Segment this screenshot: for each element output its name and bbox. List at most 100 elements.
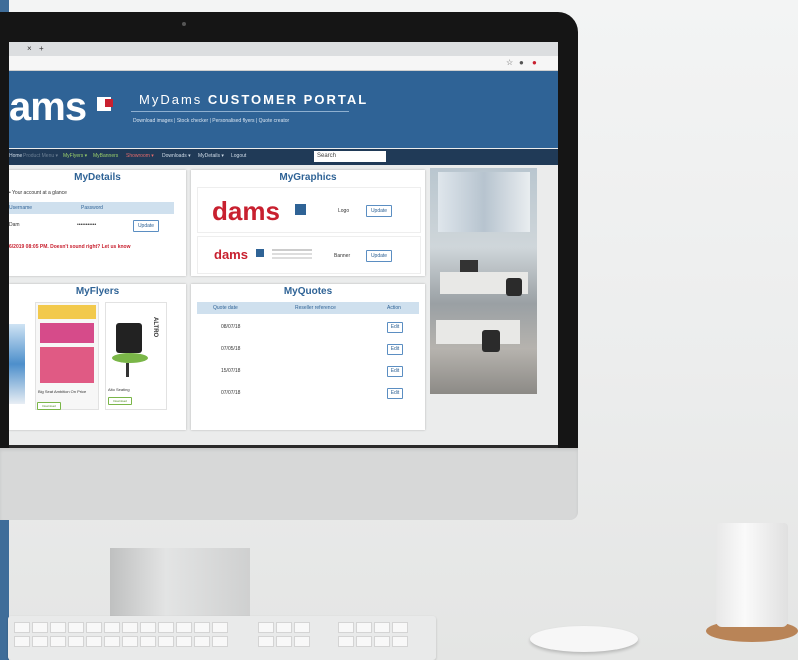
portal-banner: ams MyDams CUSTOMER PORTAL Download imag… [9,71,558,148]
key [356,622,372,633]
monitor-stand [110,548,250,618]
banner-divider [131,111,349,112]
key [294,636,310,647]
flyer-caption: Big Seat Ambition On Price [38,389,87,394]
close-icon[interactable]: ● [532,58,537,67]
nav-product-menu[interactable]: Product Menu ▾ [23,153,58,159]
key [374,636,390,647]
office-photo [430,168,537,394]
chair-caption: Alto Seating [108,387,130,392]
key [86,636,102,647]
myflyers-card: MyFlyers Big Seat Ambition On Price ALTR… [9,284,186,430]
banner-logo-square [256,249,264,257]
key [374,622,390,633]
col-username: Username [9,205,33,211]
username-value: Dam [9,222,20,228]
chair-back [116,323,142,353]
portal-brand: MyDams [139,92,203,107]
nav-home[interactable]: Home [9,153,22,159]
nav-myflyers[interactable]: MyFlyers ▾ [63,153,87,159]
monitor-chin [0,448,578,520]
chair-download-button[interactable]: Download [108,397,132,405]
mygraphics-card: MyGraphics dams Logo Update dams Banner … [191,170,425,276]
tab-close-icon[interactable]: × [27,44,32,53]
mydetails-header: Username Password [9,202,174,214]
quote-date-4: 07/07/18 [221,390,241,396]
flyer-download-button[interactable]: Download [37,402,61,410]
dams-logo[interactable]: ams [9,85,87,130]
banner-row: dams Banner Update [197,236,421,274]
graphics-logo: dams [212,196,280,226]
mydetails-update-button[interactable]: Update [133,220,159,232]
photo-monitor [460,260,478,272]
nav-mydetails[interactable]: MyDetails ▾ [198,153,224,159]
key [392,622,408,633]
chair-stem [126,363,129,377]
key [258,622,274,633]
key [32,622,48,633]
mydetails-notice[interactable]: 6/2019 08:05 PM. Doesn't sound right? Le… [9,244,131,250]
key [68,622,84,633]
quote-edit-button-2[interactable]: Edit [387,344,403,355]
key [258,636,274,647]
key [32,636,48,647]
mouse [530,626,638,652]
chair-brand: ALTRO [152,317,158,338]
quote-edit-button-1[interactable]: Edit [387,322,403,333]
key [14,622,30,633]
star-icon[interactable]: ☆ [506,58,513,67]
photo-chair-1 [506,278,522,296]
nav-mybanners[interactable]: MyBanners [93,153,118,159]
key [276,622,292,633]
key [158,636,174,647]
nav-logout[interactable]: Logout [231,153,246,159]
coffee-cup [716,523,788,627]
flyer-thumb-3[interactable]: ALTRO Alto Seating Download [105,302,167,410]
browser-address-bar[interactable]: ☆ ● ● [9,56,558,71]
nav-showroom[interactable]: Showroom ▾ [126,153,154,159]
key [50,622,66,633]
quote-edit-button-4[interactable]: Edit [387,388,403,399]
myquotes-card: MyQuotes Quote date Reseller reference A… [191,284,425,430]
myflyers-title: MyFlyers [75,286,120,297]
monitor-screen: × + ☆ ● ● ams MyDams CUSTOMER PORTAL Dow… [9,42,558,460]
logo-label: Logo [338,208,350,214]
new-tab-icon[interactable]: + [39,44,44,53]
flyer-thumb-1[interactable] [9,324,25,404]
flyer-promo-block [40,323,94,343]
photo-chair-2 [482,330,500,352]
quote-date-3: 15/07/18 [221,368,241,374]
portal-links[interactable]: Download images | Stock checker | Person… [133,118,289,124]
key [176,636,192,647]
keyboard [8,616,436,660]
logo-square-red [105,99,113,107]
quote-date-1: 08/07/18 [221,324,241,330]
key [104,622,120,633]
logo-update-button[interactable]: Update [366,205,392,217]
flyer-product-block [40,347,94,383]
mygraphics-title: MyGraphics [279,172,337,183]
col-reseller-reference: Reseller reference [295,305,336,311]
key [122,622,138,633]
portal-title-text: CUSTOMER PORTAL [207,92,369,107]
banner-update-button[interactable]: Update [366,250,392,262]
flyer-header-strip [38,305,96,319]
mydetails-subtitle: • Your account at a glance [9,190,67,196]
nav-downloads[interactable]: Downloads ▾ [162,153,191,159]
search-input[interactable]: Search [314,151,386,162]
key [140,622,156,633]
main-nav: Home Product Menu ▾ MyFlyers ▾ MyBanners… [9,149,558,165]
photo-window [438,172,530,232]
quotes-header: Quote date Reseller reference Action [197,302,419,314]
key [122,636,138,647]
banner-text-lines [272,249,312,251]
logo-row: dams Logo Update [197,187,421,233]
graphics-logo-square [295,204,306,215]
key [104,636,120,647]
flyer-thumb-2[interactable]: Big Seat Ambition On Price [35,302,99,410]
col-action: Action [387,305,401,311]
browser-tab-bar: × + [9,42,558,56]
quote-edit-button-3[interactable]: Edit [387,366,403,377]
account-icon[interactable]: ● [519,58,524,67]
photo-desk-2 [436,320,520,344]
